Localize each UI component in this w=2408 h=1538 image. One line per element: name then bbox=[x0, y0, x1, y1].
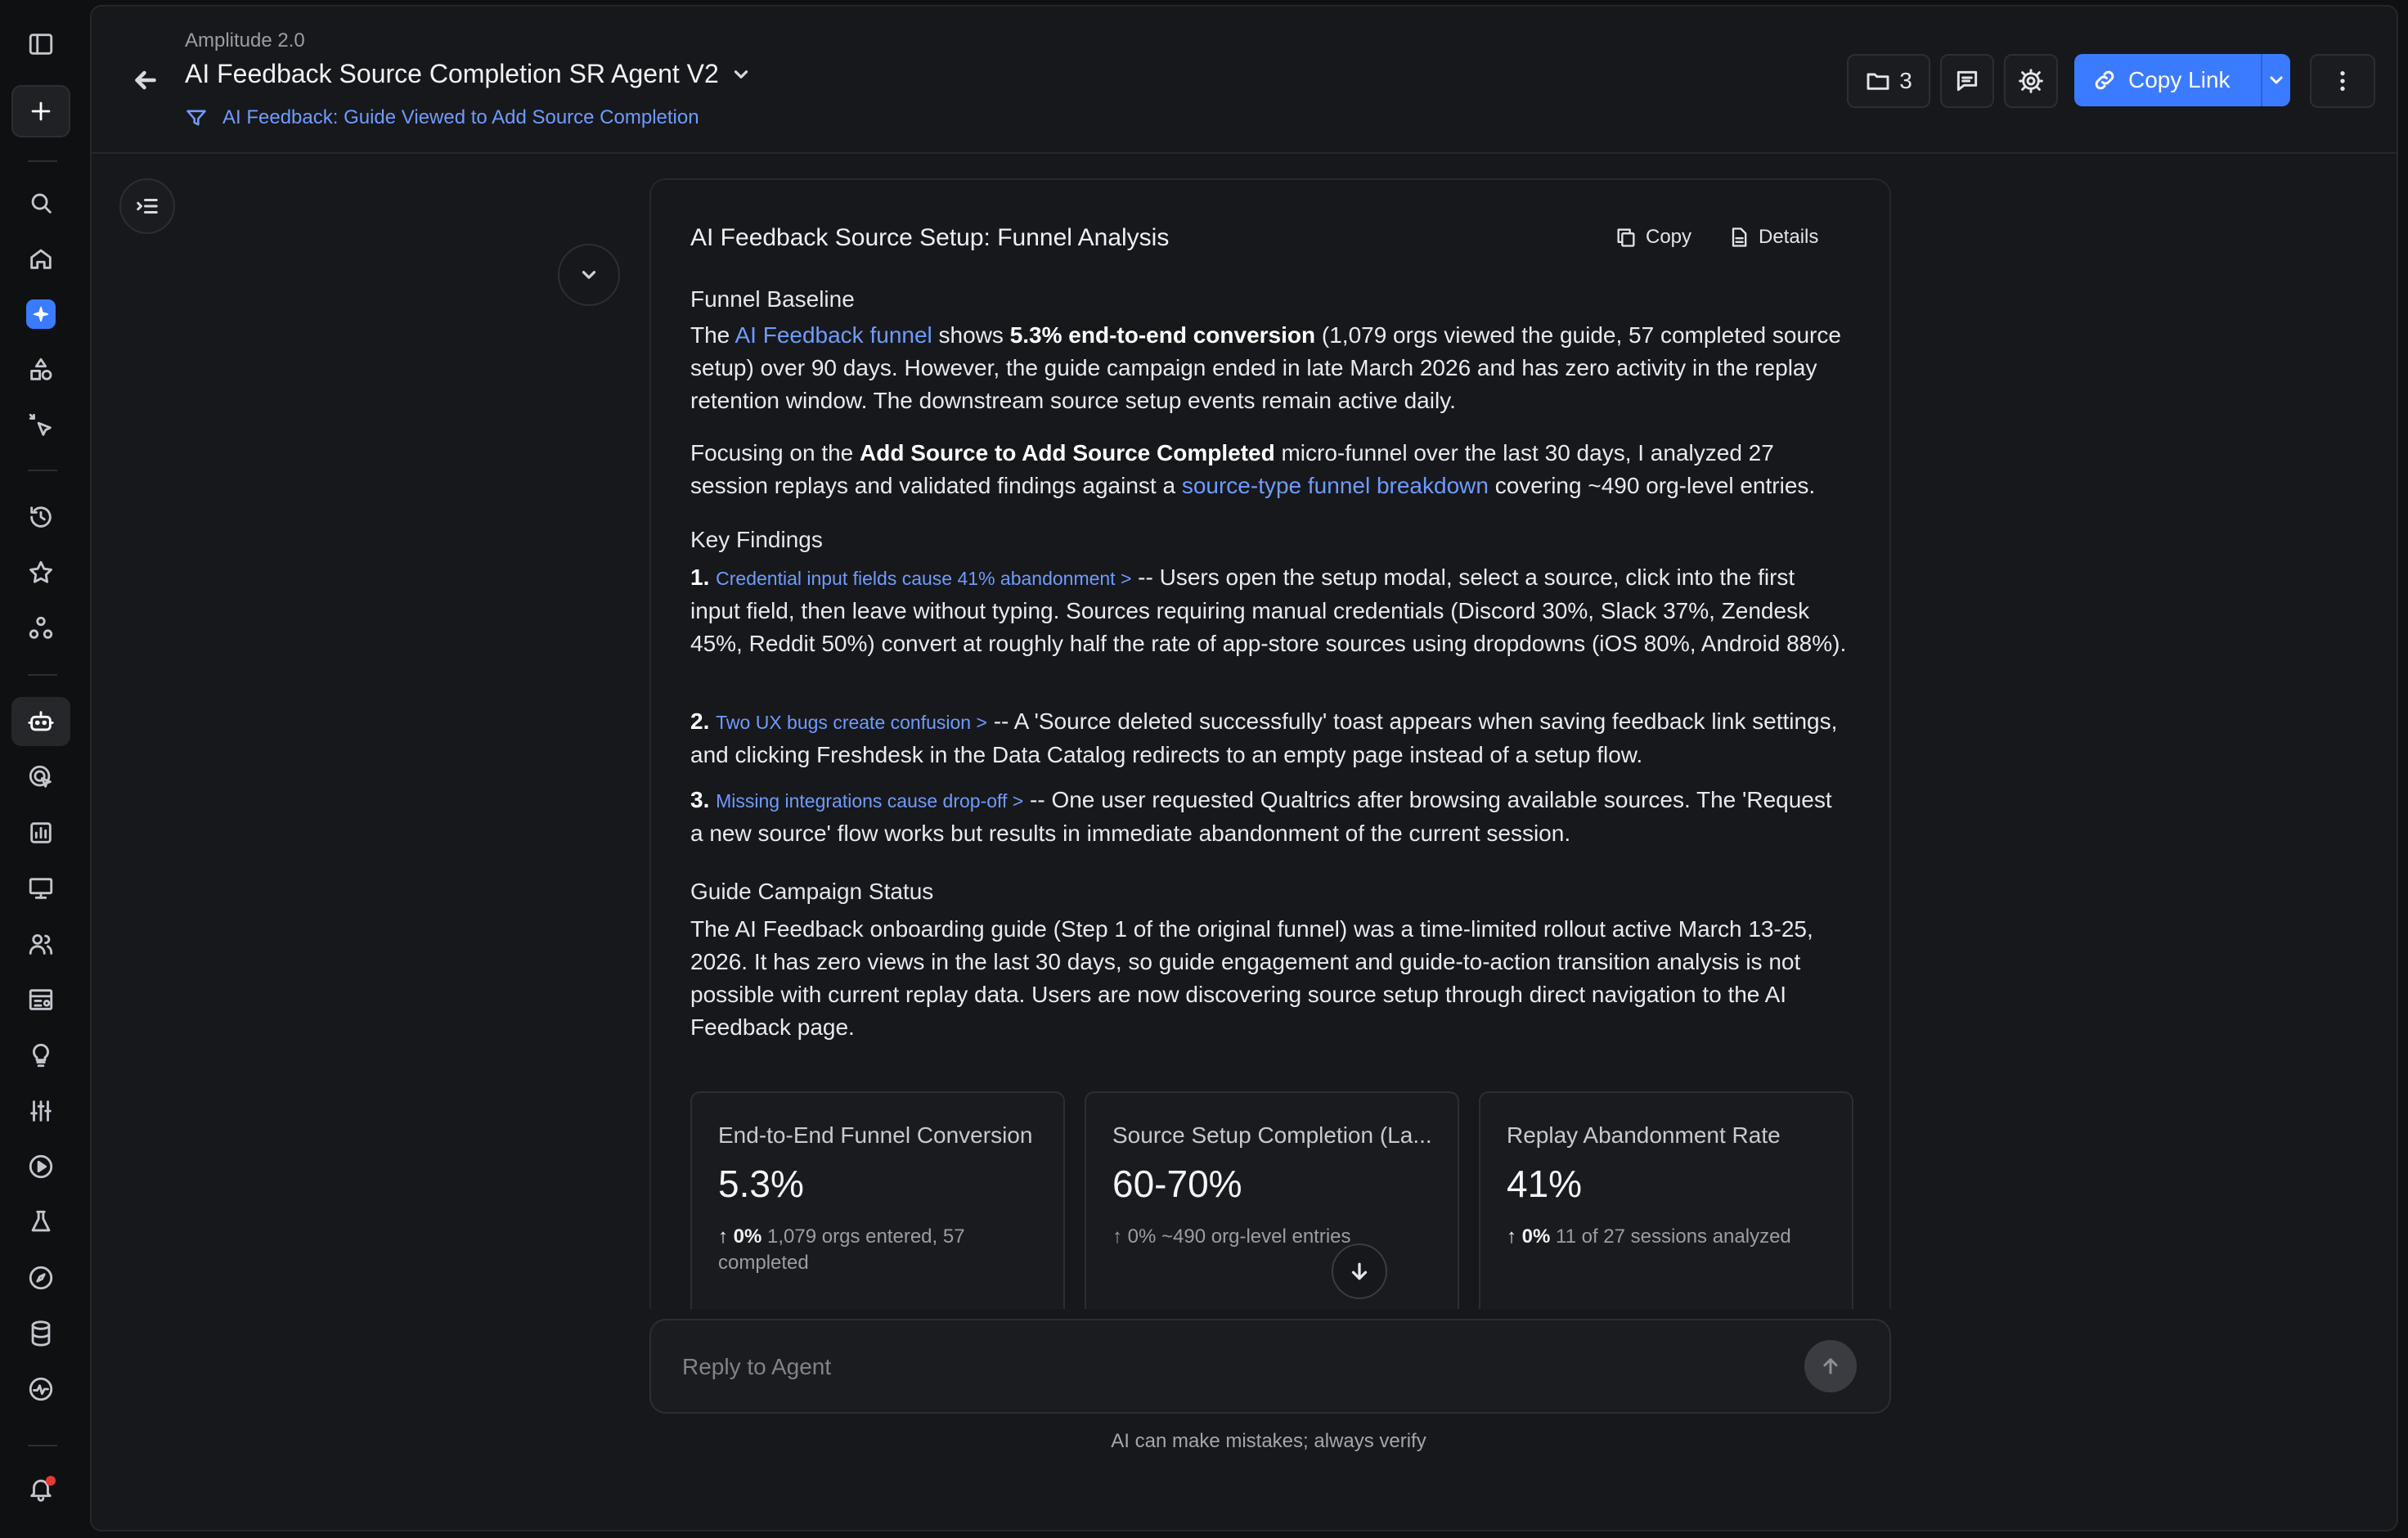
metric-value: 60-70% bbox=[1112, 1162, 1242, 1205]
notification-dot bbox=[46, 1476, 56, 1486]
bar-chart-icon[interactable] bbox=[11, 808, 70, 857]
comments-button[interactable] bbox=[1940, 54, 1994, 108]
sidebar-toggle-icon[interactable] bbox=[11, 20, 70, 69]
metric-card[interactable]: Source Setup Completion (La... 60-70% ↑ … bbox=[1085, 1091, 1459, 1309]
activity-icon[interactable] bbox=[11, 1365, 70, 1414]
arrow-up-icon bbox=[1823, 1358, 1838, 1374]
metric-card[interactable]: Replay Abandonment Rate 41% ↑ 0% 11 of 2… bbox=[1479, 1091, 1853, 1309]
source-type-breakdown-link[interactable]: source-type funnel breakdown bbox=[1182, 473, 1489, 498]
funnel-chart-name[interactable]: AI Feedback: Guide Viewed to Add Source … bbox=[222, 106, 699, 129]
funnel-baseline-paragraph-2: Focusing on the Add Source to Add Source… bbox=[690, 440, 1816, 498]
lightbulb-icon[interactable] bbox=[11, 1031, 70, 1080]
chevron-down-icon bbox=[582, 271, 596, 279]
details-label: Details bbox=[1759, 226, 1819, 248]
document-icon bbox=[1732, 227, 1747, 247]
collapse-card-button[interactable] bbox=[558, 244, 620, 306]
reply-composer bbox=[649, 1319, 1891, 1414]
agent-robot-icon[interactable] bbox=[11, 697, 70, 746]
copy-link-options-chevron-icon[interactable] bbox=[2262, 54, 2290, 106]
comment-icon bbox=[1956, 70, 1978, 92]
finding-link[interactable]: Two UX bugs create confusion > bbox=[716, 712, 987, 733]
outline-toggle-button[interactable] bbox=[119, 178, 175, 234]
chevron-down-icon[interactable] bbox=[730, 64, 752, 85]
session-replay-icon[interactable] bbox=[11, 1142, 70, 1191]
settings-button[interactable] bbox=[2004, 54, 2058, 108]
finding-link[interactable]: Missing integrations cause drop-off > bbox=[716, 790, 1023, 812]
metric-card[interactable]: End-to-End Funnel Conversion 5.3% ↑ 0% 1… bbox=[690, 1091, 1065, 1309]
finding-item: 3. Missing integrations cause drop-off >… bbox=[690, 787, 1832, 846]
monitor-icon[interactable] bbox=[11, 864, 70, 913]
metric-value: 41% bbox=[1507, 1162, 1583, 1205]
copy-link-label: Copy Link bbox=[2128, 67, 2231, 92]
notifications-bell-icon[interactable] bbox=[11, 1464, 70, 1513]
funnel-icon bbox=[186, 110, 206, 126]
search-icon[interactable] bbox=[11, 178, 70, 227]
rail-divider bbox=[28, 1445, 57, 1446]
new-plus-icon[interactable] bbox=[11, 85, 70, 137]
key-findings-heading: Key Findings bbox=[690, 527, 823, 552]
star-icon[interactable] bbox=[11, 548, 70, 597]
link-icon bbox=[2095, 70, 2114, 90]
guide-status-heading: Guide Campaign Status bbox=[690, 879, 934, 904]
analysis-card: AI Feedback Source Setup: Funnel Analysi… bbox=[649, 178, 1891, 1309]
cursor-click-icon[interactable] bbox=[11, 401, 70, 450]
metric-footnote: ↑ 0% ~490 org-level entries bbox=[1112, 1225, 1351, 1248]
list-indent-icon bbox=[137, 199, 158, 214]
metric-value: 5.3% bbox=[718, 1162, 804, 1205]
copy-button[interactable]: Copy bbox=[1615, 226, 1691, 249]
home-icon[interactable] bbox=[11, 234, 70, 283]
ai-disclaimer: AI can make mistakes; always verify bbox=[1111, 1430, 1426, 1452]
folder-icon bbox=[1867, 73, 1889, 90]
reply-input[interactable] bbox=[681, 1348, 1796, 1386]
shapes-icon[interactable] bbox=[11, 345, 70, 394]
funnel-baseline-heading: Funnel Baseline bbox=[690, 286, 855, 312]
gear-icon bbox=[2019, 69, 2043, 93]
rail-divider bbox=[28, 674, 57, 676]
target-cursor-icon[interactable] bbox=[11, 753, 70, 802]
vertical-dots-icon bbox=[2340, 71, 2345, 91]
back-arrow-icon[interactable] bbox=[128, 62, 164, 98]
copy-link-button[interactable]: Copy Link bbox=[2074, 54, 2290, 106]
folder-count: 3 bbox=[1899, 68, 1912, 93]
finding-item: 1. Credential input fields cause 41% aba… bbox=[690, 564, 1847, 656]
arrow-down-icon bbox=[1351, 1262, 1368, 1280]
finding-item: 2. Two UX bugs create confusion > -- A '… bbox=[690, 708, 1838, 767]
metric-footnote: ↑ 0% 11 of 27 sessions analyzed bbox=[1507, 1225, 1791, 1248]
finding-link[interactable]: Credential input fields cause 41% abando… bbox=[716, 568, 1131, 589]
project-name: Amplitude 2.0 bbox=[185, 29, 305, 52]
sliders-icon[interactable] bbox=[11, 1086, 70, 1136]
copy-label: Copy bbox=[1646, 226, 1692, 248]
ai-sparkle-icon[interactable] bbox=[11, 290, 70, 339]
folder-button[interactable]: 3 bbox=[1847, 54, 1930, 108]
funnel-baseline-paragraph-1: The AI Feedback funnel shows 5.3% end-to… bbox=[690, 322, 1841, 413]
page-title: AI Feedback Source Completion SR Agent V… bbox=[185, 59, 719, 88]
copy-link-main[interactable]: Copy Link bbox=[2074, 54, 2261, 106]
copy-icon bbox=[1617, 228, 1635, 247]
metric-label: End-to-End Funnel Conversion bbox=[718, 1122, 1033, 1148]
scroll-to-bottom-button[interactable] bbox=[1332, 1243, 1387, 1299]
guide-status-paragraph: The AI Feedback onboarding guide (Step 1… bbox=[690, 916, 1813, 1040]
metric-label: Source Setup Completion (La... bbox=[1112, 1122, 1432, 1148]
experiment-flask-icon[interactable] bbox=[11, 1198, 70, 1247]
details-button[interactable]: Details bbox=[1727, 226, 1818, 249]
compass-icon[interactable] bbox=[11, 1253, 70, 1302]
card-title: AI Feedback Source Setup: Funnel Analysi… bbox=[690, 224, 1170, 251]
users-icon[interactable] bbox=[11, 920, 70, 969]
history-icon[interactable] bbox=[11, 492, 70, 542]
main-panel: Amplitude 2.0 AI Feedback Source Complet… bbox=[90, 5, 2398, 1531]
title-dropdown[interactable]: AI Feedback Source Completion SR Agent V… bbox=[185, 59, 752, 89]
data-table-icon[interactable] bbox=[11, 975, 70, 1024]
rail-divider bbox=[28, 160, 57, 162]
metric-footnote: ↑ 0% 1,079 orgs entered, 57 completed bbox=[718, 1225, 965, 1274]
ai-feedback-funnel-link[interactable]: AI Feedback funnel bbox=[735, 322, 932, 348]
left-nav-rail bbox=[0, 0, 85, 1538]
spaces-icon[interactable] bbox=[11, 604, 70, 653]
more-options-button[interactable] bbox=[2310, 54, 2375, 108]
rail-divider bbox=[28, 470, 57, 471]
send-button[interactable] bbox=[1804, 1340, 1857, 1392]
funnel-chart-link[interactable]: AI Feedback: Guide Viewed to Add Source … bbox=[185, 106, 699, 129]
top-bar: Amplitude 2.0 AI Feedback Source Complet… bbox=[92, 7, 2397, 154]
metric-label: Replay Abandonment Rate bbox=[1507, 1122, 1781, 1148]
database-icon[interactable] bbox=[11, 1309, 70, 1358]
